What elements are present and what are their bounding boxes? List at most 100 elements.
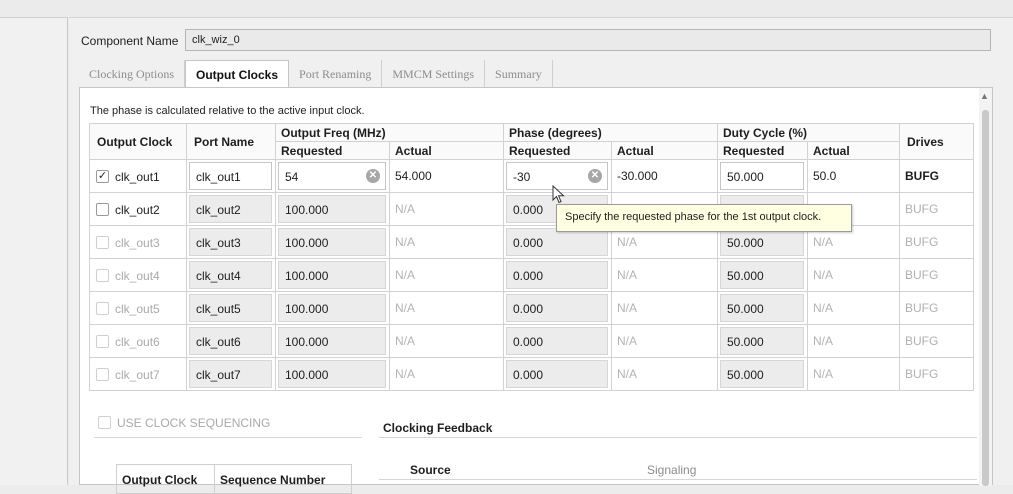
scroll-thumb[interactable] — [982, 110, 989, 486]
source-label: Source — [410, 463, 451, 477]
phase-note: The phase is calculated relative to the … — [90, 105, 365, 117]
left-gutter-strip — [0, 0, 68, 18]
main-area: Component Name clk_wiz_0 Clocking Option… — [69, 0, 1013, 486]
freq-requested-input[interactable]: 100.000 — [278, 327, 386, 355]
output-clock-label: clk_out2 — [115, 202, 160, 217]
seq-col-sequence-number: Sequence Number — [220, 473, 326, 487]
clear-icon[interactable]: ✕ — [366, 169, 380, 183]
port-name-cell: clk_out5 — [186, 291, 276, 325]
left-gutter — [0, 0, 68, 485]
clk-out4-checkbox[interactable] — [96, 268, 109, 282]
duty-requested-input[interactable]: 50.000 — [720, 294, 804, 322]
tab-mmcm-settings[interactable]: MMCM Settings — [382, 60, 486, 88]
clk-out5-checkbox[interactable] — [96, 301, 109, 315]
divider — [379, 479, 977, 480]
clear-icon[interactable]: ✕ — [588, 169, 602, 183]
clk-out6-checkbox[interactable] — [96, 334, 109, 348]
phase-requested-cell: 0.000 — [503, 357, 612, 391]
drives-value: BUFG — [899, 159, 974, 193]
clk-out3-checkbox[interactable] — [96, 235, 109, 249]
duty-requested-input[interactable]: 50.000 — [720, 360, 804, 388]
tab-output-clocks[interactable]: Output Clocks — [185, 60, 290, 88]
vertical-scrollbar[interactable]: ▲ — [979, 88, 992, 486]
duty-requested-cell: 50.000 — [717, 324, 808, 358]
output-clock-cell: clk_out6 — [89, 324, 187, 358]
duty-actual: N/A — [807, 324, 900, 358]
duty-actual: N/A — [807, 291, 900, 325]
duty-requested-input[interactable]: 50.000 — [720, 228, 804, 256]
output-clock-cell: clk_out7 — [89, 357, 187, 391]
duty-requested-cell: 50.000 — [717, 258, 808, 292]
tab-summary[interactable]: Summary — [485, 60, 553, 88]
duty-actual: 50.0 — [807, 159, 900, 193]
freq-requested-value: 54 — [285, 170, 299, 184]
port-name-input[interactable]: clk_out5 — [189, 294, 272, 322]
phase-requested-input[interactable]: 0.000 — [506, 360, 608, 388]
output-clock-cell: ✓ clk_out1 — [89, 159, 187, 193]
freq-requested-cell: 100.000 — [275, 324, 390, 358]
header-duty-requested: Requested — [717, 141, 808, 160]
phase-requested-cell: 0.000 — [503, 291, 612, 325]
port-name-input[interactable]: clk_out4 — [189, 261, 272, 289]
duty-requested-input[interactable]: 50.000 — [720, 327, 804, 355]
port-name-input[interactable]: clk_out7 — [189, 360, 272, 388]
tab-bar: Clocking Options Output Clocks Port Rena… — [79, 60, 553, 88]
freq-actual: N/A — [389, 225, 504, 259]
drives-value: BUFG — [899, 324, 974, 358]
header-phase-actual: Actual — [611, 141, 718, 160]
port-name-cell: clk_out4 — [186, 258, 276, 292]
freq-requested-input[interactable]: 100.000 — [278, 294, 386, 322]
component-name-field[interactable]: clk_wiz_0 — [185, 29, 991, 51]
tab-port-renaming[interactable]: Port Renaming — [289, 60, 383, 88]
phase-requested-input[interactable]: 0.000 — [506, 261, 608, 289]
clk-out1-checkbox[interactable]: ✓ — [96, 169, 109, 183]
port-name-input[interactable]: clk_out3 — [189, 228, 272, 256]
duty-actual: N/A — [807, 258, 900, 292]
output-clock-label: clk_out1 — [115, 169, 160, 184]
phase-requested-value: -30 — [513, 170, 531, 184]
use-clock-sequencing-checkbox[interactable] — [98, 416, 111, 430]
freq-requested-input[interactable]: 100.000 — [278, 360, 386, 388]
freq-requested-input[interactable]: 100.000 — [278, 261, 386, 289]
output-clock-label: clk_out5 — [115, 301, 160, 316]
freq-actual: 54.000 — [389, 159, 504, 193]
divider — [379, 437, 977, 438]
port-name-cell: clk_out3 — [186, 225, 276, 259]
port-name-input[interactable]: clk_out1 — [189, 162, 272, 190]
duty-requested-input[interactable]: 50.000 — [720, 162, 804, 190]
output-clock-label: clk_out6 — [115, 334, 160, 349]
port-name-input[interactable]: clk_out2 — [189, 195, 272, 223]
output-clock-cell: clk_out5 — [89, 291, 187, 325]
phase-actual: N/A — [611, 258, 718, 292]
clk-out7-checkbox[interactable] — [96, 367, 109, 381]
port-name-cell: clk_out6 — [186, 324, 276, 358]
output-clock-cell: clk_out3 — [89, 225, 187, 259]
clk-out2-checkbox[interactable] — [96, 202, 109, 216]
output-clock-label: clk_out3 — [115, 235, 160, 250]
phase-requested-input[interactable]: 0.000 — [506, 327, 608, 355]
signaling-label: Signaling — [647, 463, 697, 477]
table-row: clk_out7 clk_out7 100.000 N/A 0.000 N/A … — [89, 357, 974, 391]
duty-requested-input[interactable]: 50.000 — [720, 261, 804, 289]
freq-requested-input[interactable]: 100.000 — [278, 228, 386, 256]
phase-actual: N/A — [611, 357, 718, 391]
freq-requested-input[interactable]: 54 ✕ — [278, 162, 386, 190]
drives-value: BUFG — [899, 291, 974, 325]
table-row: clk_out6 clk_out6 100.000 N/A 0.000 N/A … — [89, 324, 974, 358]
clock-sequencing-option[interactable]: USE CLOCK SEQUENCING — [98, 415, 270, 430]
header-port-name: Port Name — [186, 123, 276, 160]
freq-actual: N/A — [389, 258, 504, 292]
port-name-cell: clk_out2 — [186, 192, 276, 226]
freq-actual: N/A — [389, 291, 504, 325]
freq-requested-cell: 100.000 — [275, 291, 390, 325]
output-clock-label: clk_out7 — [115, 367, 160, 382]
port-name-input[interactable]: clk_out6 — [189, 327, 272, 355]
scroll-up-icon[interactable]: ▲ — [980, 92, 989, 101]
phase-requested-input[interactable]: 0.000 — [506, 294, 608, 322]
freq-requested-cell: 100.000 — [275, 357, 390, 391]
phase-requested-input[interactable]: 0.000 — [506, 228, 608, 256]
tab-clocking-options[interactable]: Clocking Options — [79, 60, 186, 88]
freq-requested-input[interactable]: 100.000 — [278, 195, 386, 223]
output-clock-cell: clk_out4 — [89, 258, 187, 292]
seq-col-output-clock: Output Clock — [117, 465, 215, 493]
